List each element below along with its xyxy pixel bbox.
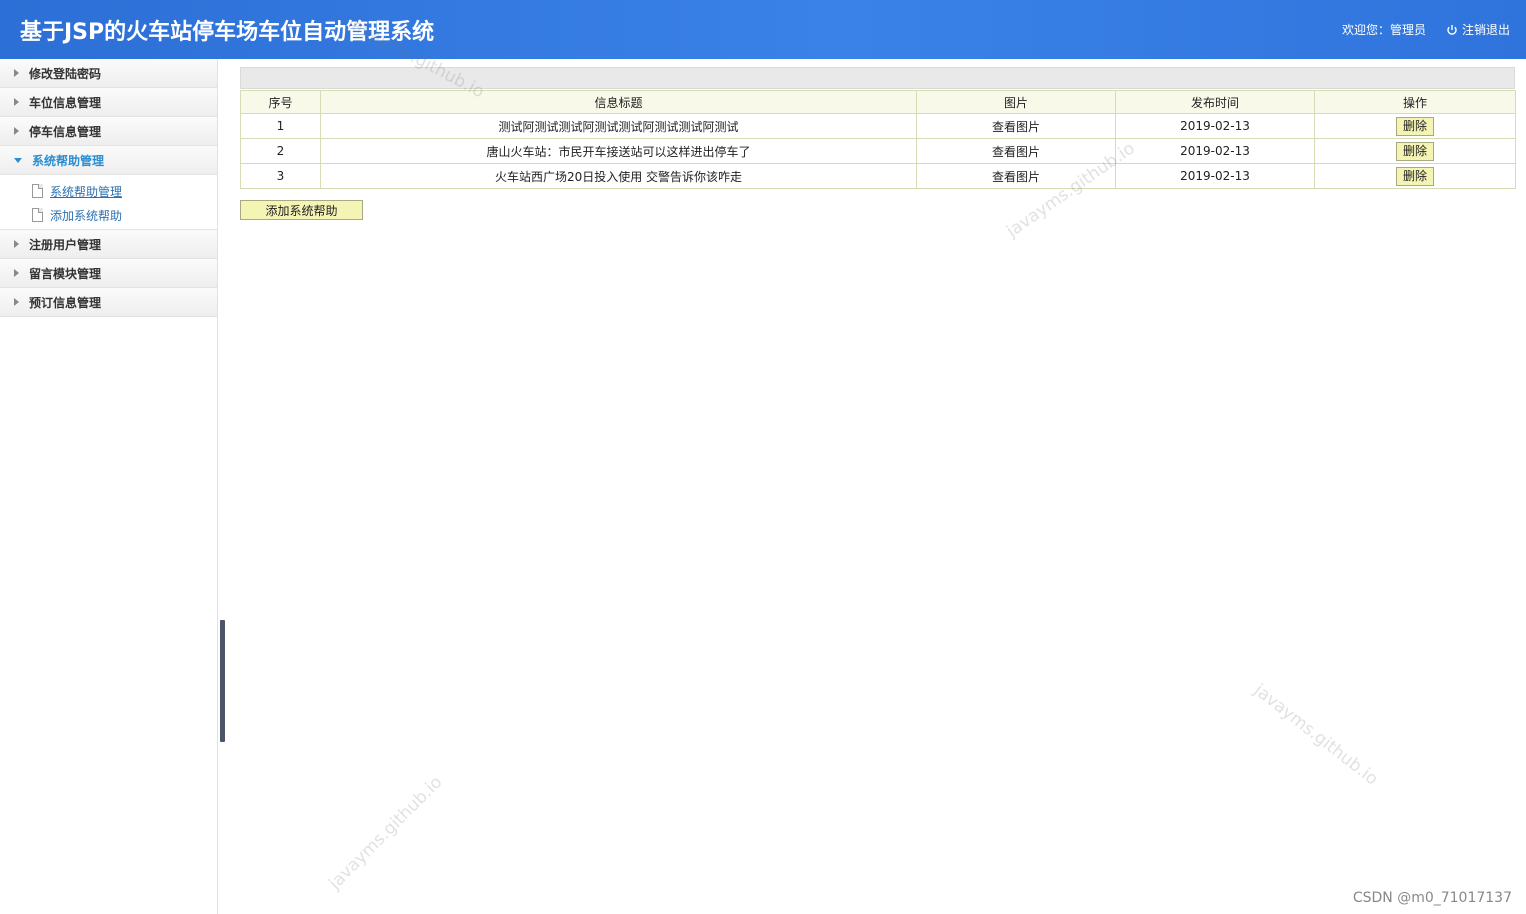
submenu-item-help-manage[interactable]: 系统帮助管理 — [0, 179, 217, 203]
table-row: 3 火车站西广场20日投入使用 交警告诉你该咋走 查看图片 2019-02-13… — [240, 163, 1516, 189]
app-header: 基于JSP的火车站停车场车位自动管理系统 欢迎您：管理员 注销退出 — [0, 0, 1526, 59]
cell-action: 删除 — [1314, 138, 1516, 164]
caret-right-icon — [14, 298, 19, 306]
column-header-image: 图片 — [916, 90, 1116, 114]
sidebar-item-reservations[interactable]: 预订信息管理 — [0, 288, 217, 317]
help-table: 序号 信息标题 图片 发布时间 操作 1 测试阿测试测试阿测试测试阿测试测试阿测… — [240, 90, 1516, 189]
delete-button[interactable]: 删除 — [1395, 166, 1434, 186]
sidebar-item-parking-space[interactable]: 车位信息管理 — [0, 88, 217, 117]
main-content: 序号 信息标题 图片 发布时间 操作 1 测试阿测试测试阿测试测试阿测试测试阿测… — [240, 67, 1516, 220]
caret-down-icon — [14, 157, 22, 163]
cell-date: 2019-02-13 — [1115, 163, 1315, 189]
sidebar-item-label: 系统帮助管理 — [32, 153, 105, 168]
sidebar-item-parking-info[interactable]: 停车信息管理 — [0, 117, 217, 146]
caret-right-icon — [14, 127, 19, 135]
column-header-index: 序号 — [240, 90, 321, 114]
sidebar-splitter-handle[interactable] — [220, 620, 225, 742]
delete-button[interactable]: 删除 — [1395, 116, 1434, 136]
watermark: javayms.github.io — [325, 772, 447, 894]
sidebar-item-label: 预订信息管理 — [29, 295, 102, 310]
sidebar-item-label: 留言模块管理 — [29, 266, 102, 281]
sidebar-item-label: 车位信息管理 — [29, 95, 102, 110]
panel-header-bar — [240, 67, 1515, 89]
cell-index: 1 — [240, 113, 321, 139]
delete-button[interactable]: 删除 — [1395, 141, 1434, 161]
column-header-action: 操作 — [1314, 90, 1516, 114]
submenu-item-label: 添加系统帮助 — [50, 208, 123, 223]
add-help-button[interactable]: 添加系统帮助 — [240, 200, 363, 220]
caret-right-icon — [14, 269, 19, 277]
submenu-item-label: 系统帮助管理 — [50, 184, 123, 199]
cell-image: 查看图片 — [916, 113, 1116, 139]
document-icon — [32, 184, 43, 198]
caret-right-icon — [14, 240, 19, 248]
cell-date: 2019-02-13 — [1115, 138, 1315, 164]
source-credit: CSDN @m0_71017137 — [1352, 890, 1512, 906]
sidebar-item-change-password[interactable]: 修改登陆密码 — [0, 59, 217, 88]
caret-right-icon — [14, 98, 19, 106]
logout-button[interactable]: 注销退出 — [1446, 21, 1510, 38]
sidebar: 修改登陆密码 车位信息管理 停车信息管理 系统帮助管理 系统帮助管理 添加系统帮… — [0, 59, 218, 914]
sidebar-item-label: 修改登陆密码 — [29, 66, 102, 81]
table-row: 1 测试阿测试测试阿测试测试阿测试测试阿测试 查看图片 2019-02-13 删… — [240, 113, 1516, 139]
view-image-link[interactable]: 查看图片 — [992, 145, 1040, 159]
cell-image: 查看图片 — [916, 138, 1116, 164]
cell-index: 3 — [240, 163, 321, 189]
power-icon — [1446, 24, 1458, 36]
watermark: javayms.github.io — [1249, 680, 1382, 790]
submenu-system-help: 系统帮助管理 添加系统帮助 — [0, 175, 217, 230]
document-icon — [32, 208, 43, 222]
cell-action: 删除 — [1314, 163, 1516, 189]
cell-image: 查看图片 — [916, 163, 1116, 189]
cell-title: 测试阿测试测试阿测试测试阿测试测试阿测试 — [320, 113, 917, 139]
view-image-link[interactable]: 查看图片 — [992, 120, 1040, 134]
column-header-title: 信息标题 — [320, 90, 917, 114]
cell-date: 2019-02-13 — [1115, 113, 1315, 139]
submenu-item-help-add[interactable]: 添加系统帮助 — [0, 203, 217, 227]
cell-action: 删除 — [1314, 113, 1516, 139]
app-title: 基于JSP的火车站停车场车位自动管理系统 — [20, 20, 435, 45]
table-header-row: 序号 信息标题 图片 发布时间 操作 — [240, 90, 1516, 114]
sidebar-item-messages[interactable]: 留言模块管理 — [0, 259, 217, 288]
welcome-text: 欢迎您：管理员 — [1341, 23, 1426, 37]
column-header-date: 发布时间 — [1115, 90, 1315, 114]
sidebar-item-system-help[interactable]: 系统帮助管理 — [0, 146, 217, 175]
sidebar-item-label: 注册用户管理 — [29, 237, 102, 252]
cell-title: 火车站西广场20日投入使用 交警告诉你该咋走 — [320, 163, 917, 189]
sidebar-item-label: 停车信息管理 — [29, 124, 102, 139]
cell-index: 2 — [240, 138, 321, 164]
table-row: 2 唐山火车站：市民开车接送站可以这样进出停车了 查看图片 2019-02-13… — [240, 138, 1516, 164]
logout-label: 注销退出 — [1461, 23, 1510, 37]
cell-title: 唐山火车站：市民开车接送站可以这样进出停车了 — [320, 138, 917, 164]
caret-right-icon — [14, 69, 19, 77]
view-image-link[interactable]: 查看图片 — [992, 170, 1040, 184]
sidebar-item-registered-users[interactable]: 注册用户管理 — [0, 230, 217, 259]
